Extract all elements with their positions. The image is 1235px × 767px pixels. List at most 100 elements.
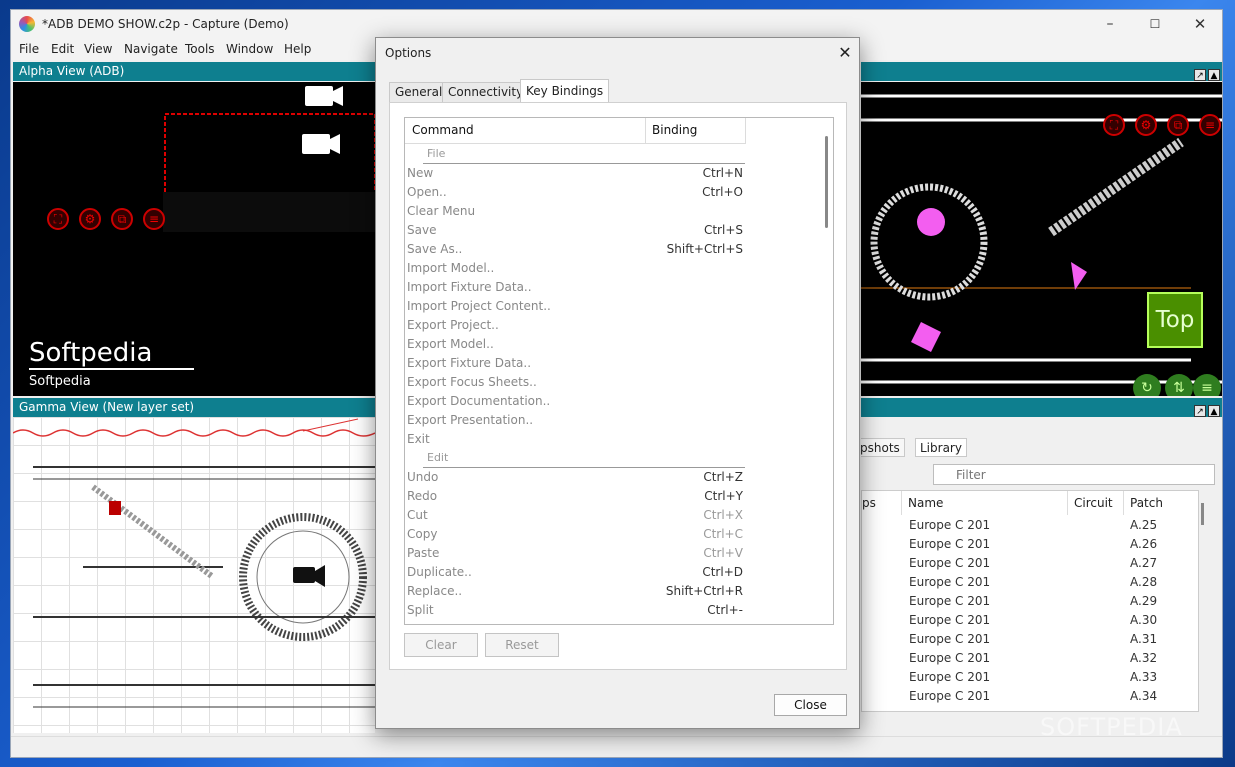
binding-row[interactable]: Save As.. Shift+Ctrl+S	[405, 240, 745, 259]
gear-icon[interactable]: ⚙	[79, 208, 101, 230]
menu-navigate[interactable]: Navigate	[124, 42, 178, 56]
binding-row[interactable]: Replace.. Shift+Ctrl+R	[405, 582, 745, 601]
table-row[interactable]: Europe C 201 A.34	[862, 687, 1198, 706]
col-header-patch[interactable]: Patch	[1124, 491, 1198, 515]
fixture-name-cell: Europe C 201	[909, 556, 991, 570]
col-header-ps[interactable]: ps	[862, 491, 902, 515]
binding-row[interactable]: Split Ctrl+-	[405, 601, 745, 620]
binding-row[interactable]: New Ctrl+N	[405, 164, 745, 183]
command-cell: Export Focus Sheets..	[407, 375, 537, 389]
bindings-scrollbar[interactable]	[819, 118, 833, 624]
title-bar[interactable]: *ADB DEMO SHOW.c2p - Capture (Demo) – ☐ …	[11, 10, 1222, 38]
col-header-binding[interactable]: Binding	[652, 123, 697, 137]
binding-row[interactable]: Open.. Ctrl+O	[405, 183, 745, 202]
list-icon[interactable]: ≡	[143, 208, 165, 230]
fit-icon[interactable]: ⛶	[47, 208, 69, 230]
library-maximize-icon[interactable]: ▲	[1208, 405, 1220, 417]
command-cell: Import Fixture Data..	[407, 280, 532, 294]
command-cell: Replace..	[407, 584, 463, 598]
group-row: File	[405, 145, 745, 164]
alpha-view-viewport[interactable]: ⛶ ⚙ ⧉ ≡ Softpedia Softpedia	[13, 82, 375, 396]
table-row[interactable]: Europe C 201 A.25	[862, 516, 1198, 535]
binding-cell: Ctrl+D	[702, 565, 743, 579]
binding-row[interactable]: Undo Ctrl+Z	[405, 468, 745, 487]
binding-row[interactable]: Cut Ctrl+X	[405, 506, 745, 525]
binding-cell: Ctrl+N	[702, 166, 743, 180]
menu-tools[interactable]: Tools	[185, 42, 215, 56]
alpha-caption-title: Softpedia	[29, 338, 195, 370]
table-row[interactable]: Europe C 201 A.28	[862, 573, 1198, 592]
patch-cell: A.32	[1130, 651, 1158, 665]
command-cell: Import Model..	[407, 261, 495, 275]
col-header-name[interactable]: Name	[902, 491, 1068, 515]
top-view-viewport[interactable]: ⛶ ⚙ ⧉ ≡ Top ↻ ⇅ ≡	[861, 82, 1222, 396]
rotate-icon[interactable]: ↻	[1133, 374, 1161, 396]
binding-row[interactable]: Paste Ctrl+V	[405, 544, 745, 563]
maximize-button[interactable]: ☐	[1142, 14, 1168, 34]
binding-row[interactable]: Export Project..	[405, 316, 745, 335]
binding-row[interactable]: Import Model..	[405, 259, 745, 278]
top-fit-icon[interactable]: ⛶	[1103, 114, 1125, 136]
binding-row[interactable]: Export Model..	[405, 335, 745, 354]
table-row[interactable]: Europe C 201 A.32	[862, 649, 1198, 668]
close-button[interactable]: Close	[774, 694, 847, 716]
clear-button[interactable]: Clear	[404, 633, 478, 657]
tab-general[interactable]: General	[389, 82, 449, 102]
table-row[interactable]: Europe C 201 A.31	[862, 630, 1198, 649]
library-scrollbar[interactable]	[1201, 503, 1204, 525]
binding-cell: Shift+Ctrl+S	[666, 242, 743, 256]
menu-help[interactable]: Help	[284, 42, 311, 56]
menu-window[interactable]: Window	[226, 42, 273, 56]
col-header-circuit[interactable]: Circuit	[1068, 491, 1124, 515]
undock-icon[interactable]: ↗	[1194, 69, 1206, 81]
binding-row[interactable]: Redo Ctrl+Y	[405, 487, 745, 506]
table-row[interactable]: Europe C 201 A.33	[862, 668, 1198, 687]
binding-row[interactable]: Clear Menu	[405, 202, 745, 221]
binding-row[interactable]: Export Documentation..	[405, 392, 745, 411]
binding-row[interactable]: Duplicate.. Ctrl+D	[405, 563, 745, 582]
dialog-close-icon[interactable]: ✕	[834, 42, 856, 64]
tab-key-bindings[interactable]: Key Bindings	[520, 79, 610, 103]
layers-icon[interactable]: ⧉	[111, 208, 133, 230]
binding-row[interactable]: Save Ctrl+S	[405, 221, 745, 240]
binding-row[interactable]: Exit	[405, 430, 745, 449]
binding-row[interactable]: Export Focus Sheets..	[405, 373, 745, 392]
minimize-button[interactable]: –	[1097, 14, 1123, 34]
table-row[interactable]: Europe C 201 A.30	[862, 611, 1198, 630]
top-gear-icon[interactable]: ⚙	[1135, 114, 1157, 136]
tab-library[interactable]: Library	[915, 438, 967, 457]
gamma-view-header: Gamma View (New layer set)	[13, 398, 375, 417]
table-row[interactable]: Europe C 201 A.29	[862, 592, 1198, 611]
table-row[interactable]: Europe C 201 A.27	[862, 554, 1198, 573]
maximize-panel-icon[interactable]: ▲	[1208, 69, 1220, 81]
library-undock-icon[interactable]: ↗	[1194, 405, 1206, 417]
menu-edit[interactable]: Edit	[51, 42, 74, 56]
col-header-command[interactable]: Command	[412, 123, 474, 137]
menu-view[interactable]: View	[84, 42, 112, 56]
command-cell: Undo	[407, 470, 439, 484]
bindings-scroll-thumb[interactable]	[825, 136, 828, 228]
column-divider[interactable]	[645, 118, 646, 144]
table-row[interactable]: Europe C 201 A.26	[862, 535, 1198, 554]
tab-snapshots[interactable]: pshots	[861, 438, 905, 457]
window-title: *ADB DEMO SHOW.c2p - Capture (Demo)	[42, 17, 289, 31]
window-close-button[interactable]: ✕	[1187, 14, 1213, 34]
binding-row[interactable]: Import Fixture Data..	[405, 278, 745, 297]
binding-cell: Ctrl+-	[707, 603, 743, 617]
menu-file[interactable]: File	[19, 42, 39, 56]
binding-row[interactable]: Import Project Content..	[405, 297, 745, 316]
filter-input[interactable]	[933, 464, 1215, 485]
command-cell: Export Fixture Data..	[407, 356, 532, 370]
gamma-view-viewport[interactable]	[13, 417, 375, 733]
tab-connectivity[interactable]: Connectivity	[442, 82, 530, 102]
reset-button[interactable]: Reset	[485, 633, 559, 657]
binding-row[interactable]: Export Presentation..	[405, 411, 745, 430]
swap-icon[interactable]: ⇅	[1165, 374, 1193, 396]
binding-row[interactable]: Copy Ctrl+C	[405, 525, 745, 544]
binding-row[interactable]: Export Fixture Data..	[405, 354, 745, 373]
top-layers-icon[interactable]: ⧉	[1167, 114, 1189, 136]
top-list-icon[interactable]: ≡	[1199, 114, 1221, 136]
group-label: File	[427, 147, 446, 160]
menu-icon[interactable]: ≡	[1193, 374, 1221, 396]
group-row: Edit	[405, 449, 745, 468]
